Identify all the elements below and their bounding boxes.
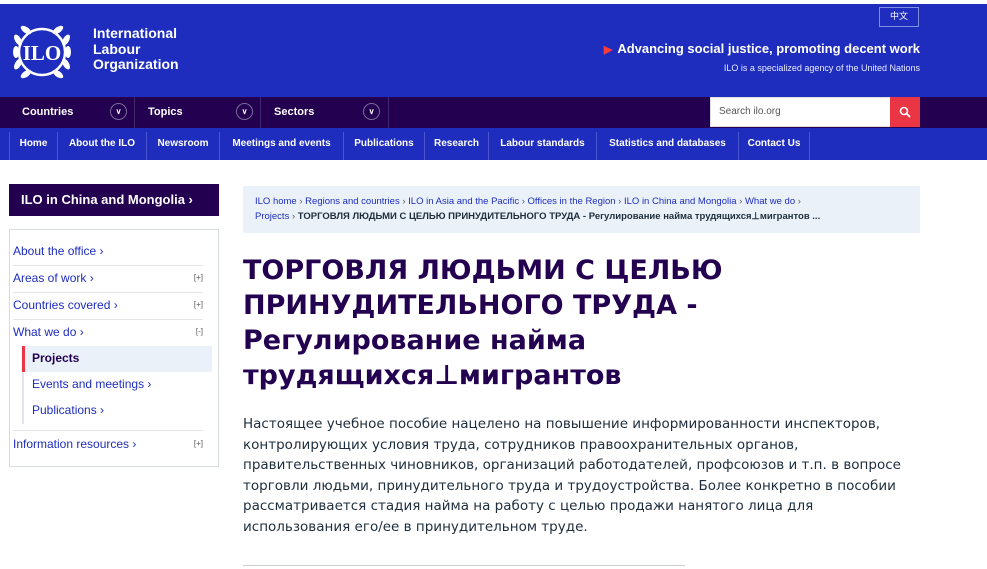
tagline-text: Advancing social justice, promoting dece… <box>617 41 920 56</box>
cut-off-content <box>708 560 920 569</box>
breadcrumb-link[interactable]: Offices in the Region <box>528 196 616 207</box>
sidebar-item-what-we-do[interactable]: What we do › [-] <box>13 325 203 339</box>
divider <box>243 565 685 566</box>
nav-contact[interactable]: Contact Us <box>739 128 809 160</box>
chevron-down-icon[interactable]: ∨ <box>363 103 380 120</box>
expand-toggle[interactable]: [+] <box>194 300 203 309</box>
sidebar-item-label: What we do › <box>13 325 84 339</box>
search-input[interactable]: Search ilo.org <box>710 97 891 127</box>
nav-home[interactable]: Home <box>10 128 57 160</box>
triangle-right-icon: ▶ <box>603 44 613 56</box>
page-title: ТОРГОВЛЯ ЛЮДЬМИ С ЦЕЛЬЮ ПРИНУДИТЕЛЬНОГО … <box>243 255 723 391</box>
countries-dropdown-label: Countries <box>22 106 74 118</box>
divider <box>13 292 203 293</box>
sidebar-item-countries[interactable]: Countries covered › [+] <box>13 298 203 312</box>
divider <box>260 97 261 128</box>
nav-meetings[interactable]: Meetings and events <box>220 128 343 160</box>
divider <box>388 97 389 128</box>
sidebar-item-about[interactable]: About the office › <box>13 244 203 258</box>
breadcrumb-separator: › <box>399 196 409 207</box>
divider <box>134 97 135 128</box>
page-intro: Настоящее учебное пособие нацелено на по… <box>243 416 901 535</box>
sidebar-item-label: Areas of work › <box>13 271 94 285</box>
sidebar-item-events[interactable]: Events and meetings › <box>32 377 151 391</box>
sectors-dropdown-label: Sectors <box>274 106 315 118</box>
breadcrumb-link[interactable]: Regions and countries <box>305 196 400 207</box>
breadcrumb: ILO home › Regions and countries › ILO i… <box>243 186 920 233</box>
topics-dropdown[interactable]: Topics ∨ <box>148 97 254 128</box>
nav-about[interactable]: About the ILO <box>58 128 146 160</box>
top-strip <box>0 0 987 4</box>
breadcrumb-separator: › <box>296 196 306 207</box>
chevron-down-icon[interactable]: ∨ <box>236 103 253 120</box>
breadcrumb-separator: › <box>289 211 298 222</box>
logo-lettering: ILO <box>23 41 62 65</box>
divider <box>809 132 810 160</box>
ilo-logo-icon[interactable]: ILO <box>8 20 80 84</box>
breadcrumb-link[interactable]: Projects <box>255 211 289 222</box>
breadcrumb-link[interactable]: ILO in China and Mongolia <box>624 196 737 207</box>
nav-publications[interactable]: Publications <box>344 128 424 160</box>
divider <box>13 430 203 431</box>
breadcrumb-separator: › <box>519 196 528 207</box>
nav-research[interactable]: Research <box>425 128 488 160</box>
breadcrumb-current: ТОРГОВЛЯ ЛЮДЬМИ С ЦЕЛЬЮ ПРИНУДИТЕЛЬНОГО … <box>297 211 821 222</box>
breadcrumb-link[interactable]: ILO home <box>255 196 297 207</box>
sectors-dropdown[interactable]: Sectors ∨ <box>274 97 382 128</box>
language-switch-button[interactable]: 中文 <box>879 7 919 27</box>
sidebar-heading[interactable]: ILO in China and Mongolia › <box>9 184 219 216</box>
chevron-down-icon[interactable]: ∨ <box>110 103 127 120</box>
collapse-toggle[interactable]: [-] <box>196 327 203 336</box>
org-name-line: Labour <box>93 40 141 57</box>
breadcrumb-link[interactable]: What we do <box>745 196 795 207</box>
expand-toggle[interactable]: [+] <box>194 273 203 282</box>
sidebar-item-areas[interactable]: Areas of work › [+] <box>13 271 203 285</box>
site-tagline: ▶ Advancing social justice, promoting dec… <box>604 41 920 56</box>
countries-dropdown[interactable]: Countries ∨ <box>22 97 128 128</box>
breadcrumb-link[interactable]: ILO in Asia and the Pacific <box>408 196 519 207</box>
breadcrumb-separator: › <box>736 196 745 207</box>
breadcrumb-separator: › <box>615 196 624 207</box>
search-icon <box>899 106 911 118</box>
sidebar-item-label: Information resources › <box>13 437 137 451</box>
nav-labour-standards[interactable]: Labour standards <box>489 128 596 160</box>
active-item-marker <box>22 346 25 372</box>
breadcrumb-separator: › <box>795 196 801 207</box>
site-subtagline: ILO is a specialized agency of the Unite… <box>723 63 920 73</box>
nav-newsroom[interactable]: Newsroom <box>147 128 219 160</box>
sidebar-item-resources[interactable]: Information resources › [+] <box>13 437 203 451</box>
expand-toggle[interactable]: [+] <box>194 439 203 448</box>
search-button[interactable] <box>890 97 920 127</box>
org-name-line: Organization <box>93 56 179 72</box>
sidebar-item-publications[interactable]: Publications › <box>32 403 104 417</box>
sidebar-item-projects[interactable]: Projects <box>32 351 79 365</box>
sidebar-item-label: About the office › <box>13 244 104 258</box>
topics-dropdown-label: Topics <box>148 106 183 118</box>
org-name-line: International <box>93 25 178 41</box>
org-name[interactable]: International Labour Organization <box>93 25 179 73</box>
divider <box>13 319 203 320</box>
nav-statistics[interactable]: Statistics and databases <box>597 128 738 160</box>
divider <box>13 265 203 266</box>
sidebar-item-label: Countries covered › <box>13 298 118 312</box>
site-header: ILO International Labour Organization 中文… <box>0 0 987 97</box>
main-navigation: Home About the ILO Newsroom Meetings and… <box>0 128 987 160</box>
